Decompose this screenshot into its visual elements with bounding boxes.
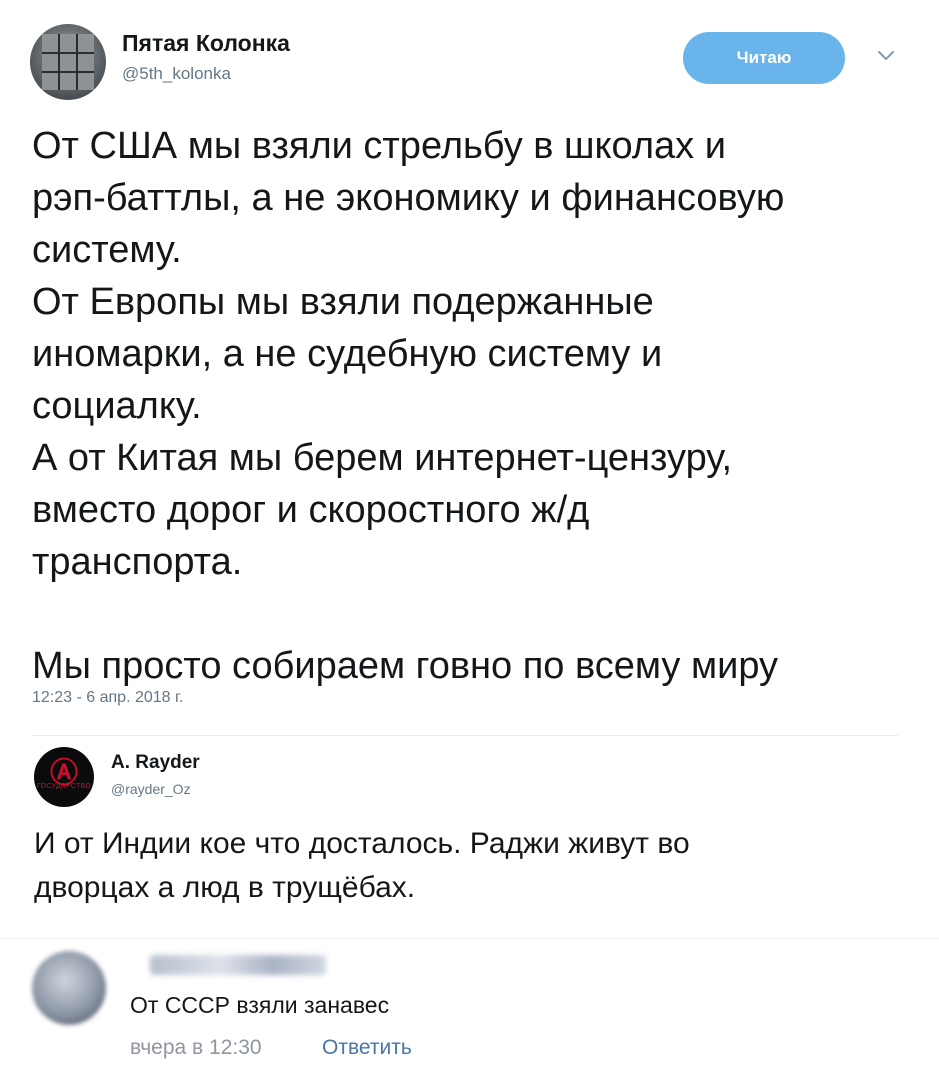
tweet-text: От США мы взяли стрельбу в школах и рэп-… xyxy=(32,125,785,687)
comment-time: вчера в 12:30 xyxy=(130,1036,262,1059)
reply-author-name[interactable]: A. Rayder xyxy=(111,752,200,774)
comment-author-name-redacted[interactable] xyxy=(150,955,326,975)
author-name[interactable]: Пятая Колонка xyxy=(122,30,290,57)
author-avatar[interactable] xyxy=(30,24,106,100)
comment-reply-link[interactable]: Ответить xyxy=(322,1036,412,1060)
tweet-timestamp[interactable]: 12:23 - 6 апр. 2018 г. xyxy=(32,689,183,707)
author-handle[interactable]: @5th_kolonka xyxy=(122,64,231,84)
tweet-header: Пятая Колонка @5th_kolonka Читаю xyxy=(30,24,910,104)
reply-author-handle[interactable]: @rayder_Oz xyxy=(111,781,191,797)
comment-avatar[interactable] xyxy=(32,951,106,1025)
reply-avatar[interactable]: Ⓐ ГОСУДАРСТВО xyxy=(34,747,94,807)
divider xyxy=(32,735,898,736)
reply-text: И от Индии кое что досталось. Раджи живу… xyxy=(34,827,690,904)
comment-text: От СССР взяли занавес xyxy=(130,992,390,1018)
chevron-down-icon[interactable] xyxy=(873,42,899,68)
follow-button[interactable]: Читаю xyxy=(683,32,845,84)
comment-divider xyxy=(0,938,939,939)
